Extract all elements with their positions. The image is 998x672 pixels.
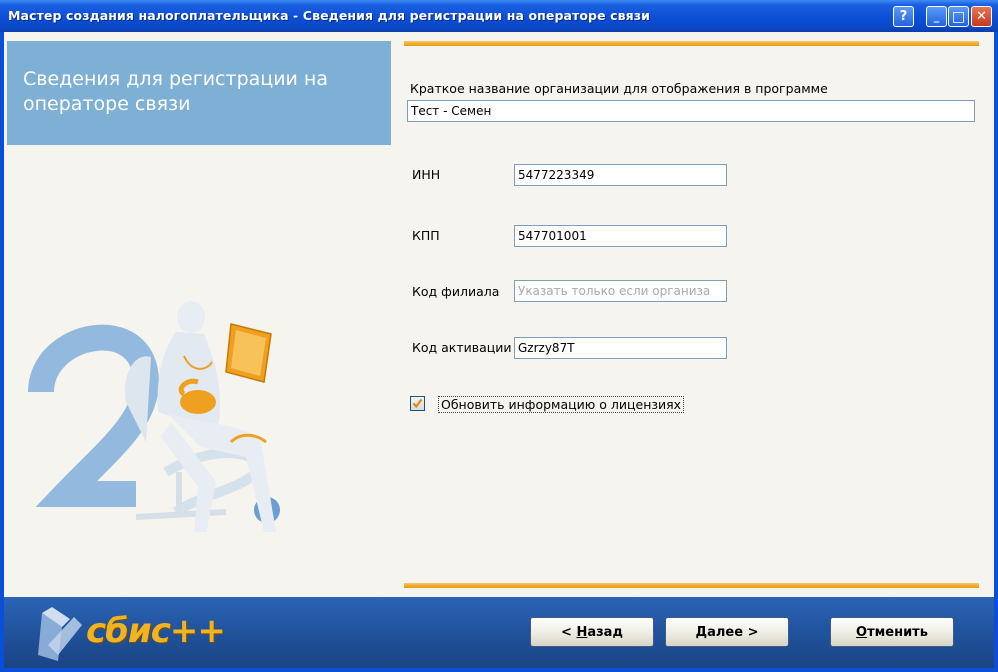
sbis-logo-text: сбис++ — [86, 611, 226, 651]
sbis-logo-mark-icon — [38, 607, 82, 661]
back-button[interactable]: < Назад — [530, 617, 654, 647]
maximize-button[interactable]: □ — [948, 6, 969, 27]
step-title: Сведения для регистрации на операторе св… — [23, 68, 329, 115]
inn-input[interactable] — [514, 164, 727, 186]
cancel-button[interactable]: Отменить — [830, 617, 954, 647]
title-bar[interactable]: Мастер создания налогоплательщика - Свед… — [0, 0, 998, 32]
branch-code-input[interactable] — [514, 280, 727, 302]
branch-code-label: Код филиала — [412, 284, 500, 299]
wizard-footer: сбис++ < Назад Далее > Отменить — [4, 597, 994, 668]
woman-on-chair-illustration — [28, 301, 280, 532]
next-arrow-icon: > — [747, 624, 759, 640]
update-licenses-label[interactable]: Обновить информацию о лицензиях — [438, 396, 685, 413]
minimize-button[interactable]: _ — [926, 6, 947, 27]
inn-label: ИНН — [412, 167, 441, 182]
kpp-input[interactable] — [514, 225, 727, 247]
top-accent-line — [404, 41, 979, 46]
next-button[interactable]: Далее > — [665, 617, 789, 647]
bottom-accent-line — [404, 583, 979, 588]
step-header-panel: Сведения для регистрации на операторе св… — [7, 41, 391, 145]
checkmark-icon — [412, 398, 423, 409]
back-arrow-icon: < — [561, 624, 572, 640]
wizard-window: Мастер создания налогоплательщика - Свед… — [0, 0, 998, 672]
short-name-label: Краткое название организации для отображ… — [410, 81, 828, 96]
window-title: Мастер создания налогоплательщика - Свед… — [8, 8, 651, 23]
kpp-label: КПП — [412, 228, 440, 243]
help-button[interactable]: ? — [893, 6, 914, 27]
activation-code-label: Код активации — [412, 340, 512, 355]
activation-code-input[interactable] — [514, 337, 727, 359]
short-name-input[interactable] — [407, 100, 975, 122]
wizard-body: Сведения для регистрации на операторе св… — [4, 32, 994, 668]
update-licenses-checkbox[interactable] — [410, 396, 425, 411]
close-button[interactable]: ✕ — [971, 6, 992, 27]
